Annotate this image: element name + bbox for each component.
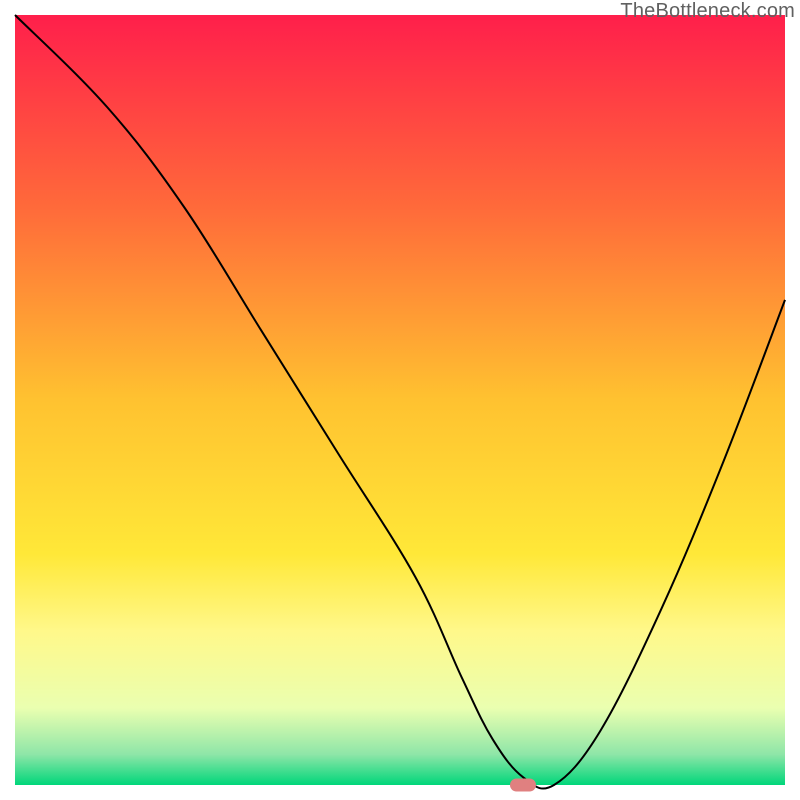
watermark-text: TheBottleneck.com (620, 0, 795, 23)
bottleneck-curve-path (15, 15, 785, 789)
bottleneck-chart: TheBottleneck.com (0, 0, 800, 800)
plot-area (15, 15, 785, 785)
optimal-point-marker (510, 779, 536, 792)
curve-layer (15, 15, 785, 785)
